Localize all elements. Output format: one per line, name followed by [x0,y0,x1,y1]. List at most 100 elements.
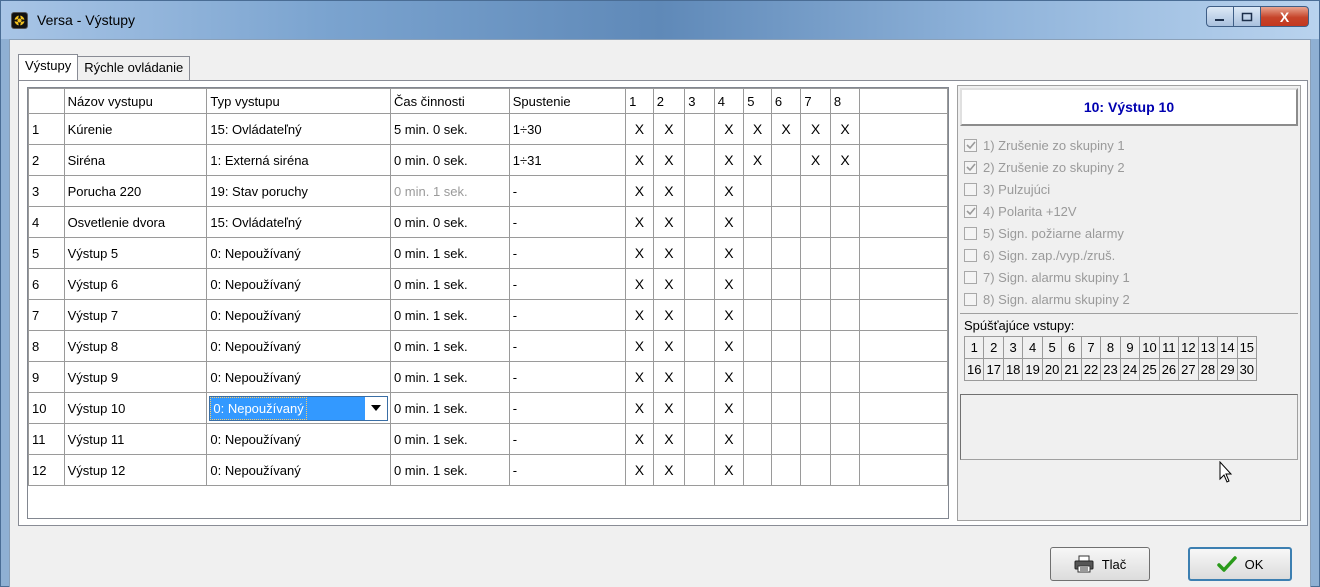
checkbox-unchecked-icon[interactable] [964,292,977,306]
empty-cell[interactable] [859,268,948,300]
partition-flag-cell[interactable]: X [652,299,686,331]
trigger-input-cell[interactable]: 18 [1002,358,1024,381]
partition-flag-cell[interactable]: X [625,299,654,331]
trigger-input-cell[interactable]: 3 [1002,336,1024,359]
partition-flag-cell[interactable] [800,237,831,269]
row-number-cell[interactable]: 10 [28,392,65,424]
trigger-cell[interactable]: - [508,206,627,238]
empty-cell[interactable] [859,299,948,331]
partition-flag-cell[interactable]: X [652,392,686,424]
option-checkbox-row[interactable]: 6) Sign. zap./vyp./zruš. [964,244,1296,266]
partition-flag-cell[interactable] [743,454,772,486]
column-header[interactable]: 2 [652,88,686,114]
partition-flag-cell[interactable] [743,268,772,300]
column-header[interactable]: Čas činnosti [389,88,510,114]
option-checkbox-row[interactable]: 8) Sign. alarmu skupiny 2 [964,288,1296,310]
trigger-input-cell[interactable]: 5 [1041,336,1063,359]
partition-flag-cell[interactable] [800,175,831,207]
partition-flag-cell[interactable]: X [713,454,745,486]
empty-cell[interactable] [859,144,948,176]
partition-flag-cell[interactable] [829,206,861,238]
partition-flag-cell[interactable]: X [743,113,772,145]
trigger-input-cell[interactable]: 22 [1080,358,1102,381]
action-time-cell[interactable]: 0 min. 1 sek. [389,423,510,455]
checkbox-unchecked-icon[interactable] [964,182,977,196]
empty-cell[interactable] [859,175,948,207]
output-name-cell[interactable]: Výstup 8 [63,330,208,362]
empty-cell[interactable] [859,237,948,269]
partition-flag-cell[interactable]: X [652,113,686,145]
trigger-input-cell[interactable]: 17 [983,358,1004,381]
action-time-cell[interactable]: 0 min. 1 sek. [389,330,510,362]
column-header[interactable] [859,88,948,114]
maximize-button[interactable] [1234,6,1261,27]
partition-flag-cell[interactable] [743,423,772,455]
output-type-cell[interactable]: 0: Nepoužívaný [206,299,391,331]
row-number-cell[interactable]: 2 [28,144,65,176]
row-number-cell[interactable]: 3 [28,175,65,207]
partition-flag-cell[interactable] [770,144,802,176]
partition-flag-cell[interactable] [770,361,802,393]
action-time-cell[interactable]: 0 min. 1 sek. [389,237,510,269]
partition-flag-cell[interactable] [743,206,772,238]
table-row[interactable]: 5 Výstup 5 0: Nepoužívaný 0 min. 1 sek. - X X X [28,237,948,269]
trigger-input-cell[interactable]: 27 [1178,358,1199,381]
trigger-input-cell[interactable]: 1 [963,336,985,359]
output-type-dropdown[interactable]: 0: Nepoužívaný [209,395,388,421]
partition-flag-cell[interactable]: X [652,206,686,238]
trigger-cell[interactable]: - [508,175,627,207]
trigger-input-cell[interactable]: 10 [1139,336,1160,359]
output-type-cell[interactable]: 15: Ovládateľný [206,206,391,238]
output-type-cell[interactable]: 19: Stav poruchy [206,175,391,207]
partition-flag-cell[interactable] [800,268,831,300]
partition-flag-cell[interactable] [800,392,831,424]
partition-flag-cell[interactable]: X [652,144,686,176]
trigger-input-cell[interactable]: 16 [963,358,985,381]
table-row[interactable]: 9 Výstup 9 0: Nepoužívaný 0 min. 1 sek. - X X X [28,361,948,393]
partition-flag-cell[interactable]: X [770,113,802,145]
trigger-input-cell[interactable]: 15 [1236,336,1258,359]
partition-flag-cell[interactable] [743,392,772,424]
trigger-cell[interactable]: - [508,237,627,269]
partition-flag-cell[interactable]: X [625,206,654,238]
ok-button[interactable]: OK [1188,547,1292,581]
output-name-cell[interactable]: Siréna [63,144,208,176]
trigger-input-cell[interactable]: 14 [1217,336,1238,359]
column-header[interactable]: 5 [743,88,772,114]
checkbox-unchecked-icon[interactable] [964,270,977,284]
table-row[interactable]: 10 Výstup 10 0: Nepoužívaný 0 min. 1 sek. - X… [28,392,948,424]
partition-flag-cell[interactable] [829,299,861,331]
trigger-input-cell[interactable]: 30 [1236,358,1258,381]
partition-flag-cell[interactable] [684,144,715,176]
checkbox-checked-icon[interactable] [964,160,977,174]
partition-flag-cell[interactable]: X [829,144,861,176]
output-type-cell[interactable]: 0: Nepoužívaný [206,330,391,362]
trigger-cell[interactable]: - [508,268,627,300]
partition-flag-cell[interactable]: X [713,237,745,269]
empty-cell[interactable] [859,113,948,145]
column-header[interactable]: 7 [800,88,831,114]
partition-flag-cell[interactable] [770,299,802,331]
partition-flag-cell[interactable]: X [625,423,654,455]
output-name-cell[interactable]: Kúrenie [63,113,208,145]
table-row[interactable]: 4 Osvetlenie dvora 15: Ovládateľný 0 min. 0… [28,206,948,238]
partition-flag-cell[interactable]: X [625,330,654,362]
minimize-button[interactable] [1206,6,1234,27]
empty-cell[interactable] [859,423,948,455]
empty-cell[interactable] [859,454,948,486]
partition-flag-cell[interactable]: X [713,392,745,424]
trigger-input-cell[interactable]: 9 [1119,336,1141,359]
trigger-cell[interactable]: - [508,361,627,393]
trigger-cell[interactable]: - [508,330,627,362]
table-row[interactable]: 8 Výstup 8 0: Nepoužívaný 0 min. 1 sek. - X X X [28,330,948,362]
partition-flag-cell[interactable] [829,237,861,269]
partition-flag-cell[interactable] [684,268,715,300]
close-button[interactable]: X [1261,6,1309,27]
partition-flag-cell[interactable] [684,206,715,238]
partition-flag-cell[interactable] [684,423,715,455]
partition-flag-cell[interactable]: X [625,268,654,300]
trigger-input-cell[interactable]: 12 [1178,336,1199,359]
row-number-cell[interactable]: 8 [28,330,65,362]
partition-flag-cell[interactable] [770,268,802,300]
column-header[interactable]: Spustenie [508,88,627,114]
